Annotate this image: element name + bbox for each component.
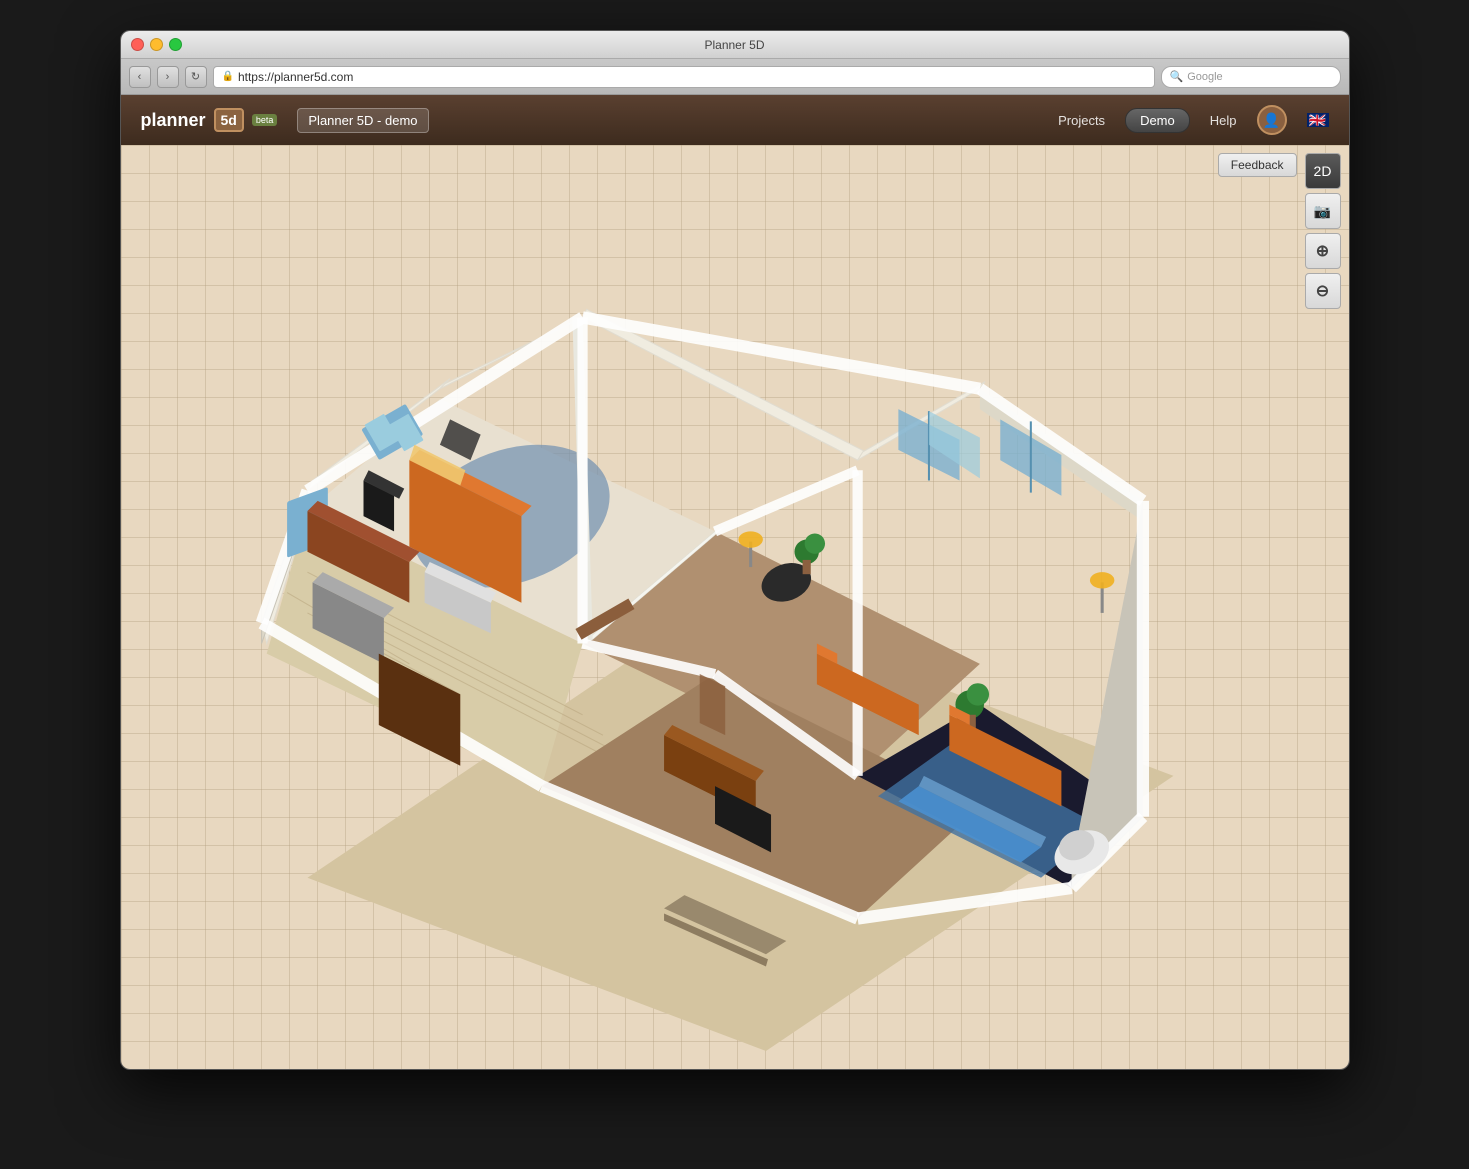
zoom-out-button[interactable]: ⊖	[1305, 273, 1341, 309]
forward-button[interactable]: ›	[157, 66, 179, 88]
projects-link[interactable]: Projects	[1058, 113, 1105, 128]
demo-button[interactable]: Demo	[1125, 108, 1190, 133]
reload-button[interactable]: ↻	[185, 66, 207, 88]
zoom-in-button[interactable]: ⊕	[1305, 233, 1341, 269]
zoom-out-icon: ⊖	[1316, 281, 1329, 301]
beta-badge: beta	[252, 114, 278, 126]
screenshot-button[interactable]: 📷	[1305, 193, 1341, 229]
search-placeholder: Google	[1187, 71, 1222, 83]
language-flag[interactable]: 🇬🇧	[1307, 113, 1329, 127]
address-bar: ‹ › ↻ 🔒 https://planner5d.com 🔍 Google	[121, 59, 1349, 95]
logo-text: planner	[141, 110, 206, 131]
window-controls	[121, 38, 182, 51]
forward-icon: ›	[166, 71, 170, 83]
app-header: planner 5d beta Planner 5D - demo Projec…	[121, 95, 1349, 145]
url-lock-icon: 🔒	[222, 71, 234, 82]
logo-5d-badge: 5d	[214, 108, 244, 132]
minimize-button[interactable]	[150, 38, 163, 51]
right-toolbar: 2D 📷 ⊕ ⊖	[1305, 153, 1341, 309]
back-icon: ‹	[138, 71, 142, 83]
camera-icon: 📷	[1314, 203, 1331, 220]
back-button[interactable]: ‹	[129, 66, 151, 88]
help-link[interactable]: Help	[1210, 113, 1237, 128]
zoom-in-icon: ⊕	[1316, 241, 1329, 261]
main-canvas[interactable]: Feedback 2D 📷 ⊕ ⊖	[121, 145, 1349, 1070]
header-nav: Projects Demo Help 👤 🇬🇧	[1058, 105, 1328, 135]
view-2d-button[interactable]: 2D	[1305, 153, 1341, 189]
title-bar: Planner 5D	[121, 31, 1349, 59]
project-name[interactable]: Planner 5D - demo	[297, 108, 428, 133]
feedback-button[interactable]: Feedback	[1218, 153, 1297, 177]
search-bar[interactable]: 🔍 Google	[1161, 66, 1341, 88]
user-avatar[interactable]: 👤	[1257, 105, 1287, 135]
floorplan-svg	[141, 185, 1289, 1051]
url-text: https://planner5d.com	[238, 70, 353, 84]
url-bar[interactable]: 🔒 https://planner5d.com	[213, 66, 1155, 88]
floorplan-container	[141, 185, 1289, 1051]
search-icon: 🔍	[1170, 70, 1184, 83]
logo-area: planner 5d beta	[141, 108, 278, 132]
mac-window: Planner 5D ‹ › ↻ 🔒 https://planner5d.com…	[120, 30, 1350, 1070]
reload-icon: ↻	[191, 70, 200, 83]
window-title: Planner 5D	[704, 38, 764, 52]
maximize-button[interactable]	[169, 38, 182, 51]
close-button[interactable]	[131, 38, 144, 51]
